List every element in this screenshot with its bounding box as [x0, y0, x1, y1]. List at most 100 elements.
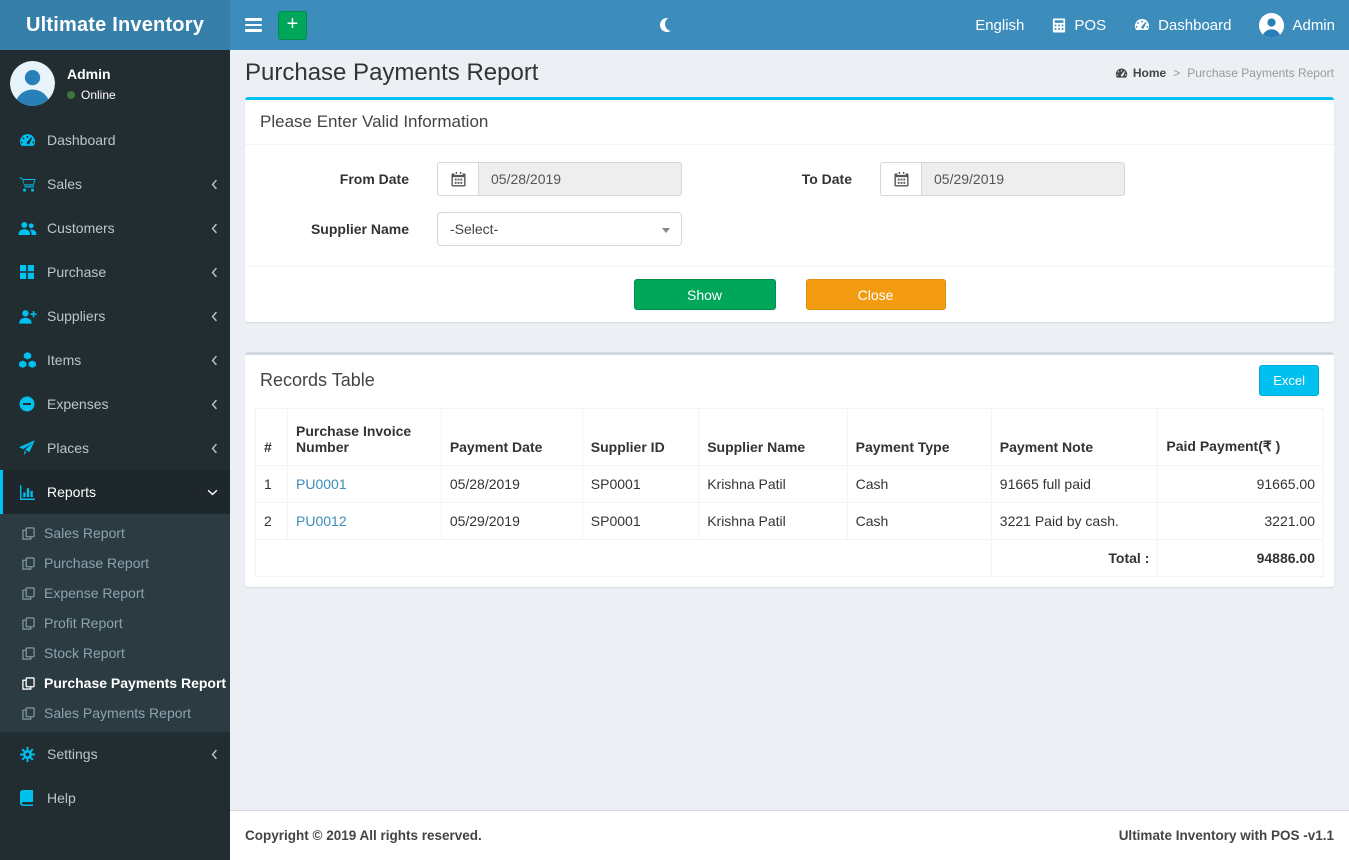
content-header: Purchase Payments Report Home > Purchase…: [230, 50, 1349, 97]
sidebar-item-purchase-report[interactable]: Purchase Report: [0, 548, 230, 578]
records-panel: Records Table Excel # Purchase Invoice N…: [245, 352, 1334, 587]
pos-link[interactable]: POS: [1038, 0, 1120, 50]
copyright-text: Copyright © 2019 All rights reserved.: [245, 828, 482, 843]
user-plus-icon: [15, 309, 39, 324]
sidebar-user-status: Online: [67, 88, 116, 102]
app-brand: Ultimate Inventory: [0, 0, 230, 50]
total-value: 94886.00: [1157, 539, 1324, 577]
gears-icon: [15, 746, 39, 763]
from-date-group: [437, 162, 682, 196]
sidebar-item-reports[interactable]: Reports: [0, 470, 230, 514]
breadcrumb: Home > Purchase Payments Report: [1115, 66, 1334, 80]
copy-icon: [22, 616, 35, 630]
invoice-link[interactable]: PU0001: [296, 476, 347, 492]
book-icon: [15, 790, 39, 806]
sidebar-item-customers[interactable]: Customers: [0, 206, 230, 250]
from-date-label: From Date: [339, 171, 409, 187]
page-title: Purchase Payments Report: [245, 59, 539, 86]
sidebar-item-sales-report[interactable]: Sales Report: [0, 518, 230, 548]
records-panel-title: Records Table: [260, 370, 375, 390]
chevron-left-icon: [211, 443, 218, 454]
calendar-icon: [880, 162, 921, 196]
calendar-icon: [437, 162, 478, 196]
filter-panel: Please Enter Valid Information From Date…: [245, 97, 1334, 322]
hamburger-icon: [244, 18, 262, 21]
sidebar-item-suppliers[interactable]: Suppliers: [0, 294, 230, 338]
reports-submenu: Sales Report Purchase Report Expense Rep…: [0, 514, 230, 732]
sidebar-user-panel: Admin Online: [0, 50, 230, 117]
table-header-row: # Purchase Invoice Number Payment Date S…: [254, 408, 1324, 466]
navbar-main: + English POS Dashboard Admin: [230, 0, 1349, 50]
sidebar-item-dashboard[interactable]: Dashboard: [0, 118, 230, 162]
breadcrumb-separator: >: [1173, 66, 1181, 80]
sidebar-item-expenses[interactable]: Expenses: [0, 382, 230, 426]
supplier-select[interactable]: -Select-: [437, 212, 682, 246]
sidebar-toggle-button[interactable]: [230, 0, 276, 50]
col-header-payment-date: Payment Date: [440, 408, 583, 466]
sidebar-item-profit-report[interactable]: Profit Report: [0, 608, 230, 638]
from-date-input[interactable]: [478, 162, 682, 196]
copy-icon: [22, 526, 35, 540]
online-dot-icon: [67, 91, 75, 99]
col-header-payment-note: Payment Note: [990, 408, 1159, 466]
chevron-left-icon: [211, 223, 218, 234]
sidebar-item-sales[interactable]: Sales: [0, 162, 230, 206]
paper-plane-icon: [15, 440, 39, 456]
chevron-left-icon: [211, 267, 218, 278]
breadcrumb-home-link[interactable]: Home: [1115, 66, 1166, 80]
supplier-name-label: Supplier Name: [310, 221, 409, 237]
to-date-label: To Date: [801, 171, 852, 187]
quick-add-button[interactable]: +: [278, 10, 307, 40]
sidebar-item-help[interactable]: Help: [0, 776, 230, 820]
chevron-down-icon: [207, 489, 218, 496]
invoice-link[interactable]: PU0012: [296, 513, 347, 529]
show-button[interactable]: Show: [633, 279, 776, 310]
to-date-group: [880, 162, 1125, 196]
sidebar-item-items[interactable]: Items: [0, 338, 230, 382]
total-label: Total :: [990, 539, 1159, 577]
sidebar-item-sales-payments-report[interactable]: Sales Payments Report: [0, 698, 230, 728]
bar-chart-icon: [15, 484, 39, 501]
sidebar-avatar: [10, 61, 55, 106]
col-header-supplier-name: Supplier Name: [698, 408, 848, 466]
pos-label: POS: [1074, 16, 1107, 34]
user-menu[interactable]: Admin: [1245, 0, 1349, 50]
navbar-right: English POS Dashboard Admin: [961, 0, 1349, 50]
filter-panel-header: Please Enter Valid Information: [245, 100, 1334, 145]
tachometer-icon: [15, 132, 39, 149]
sidebar-item-purchase[interactable]: Purchase: [0, 250, 230, 294]
users-icon: [15, 221, 39, 236]
close-button[interactable]: Close: [805, 279, 946, 310]
minus-circle-icon: [15, 396, 39, 412]
caret-down-icon: [662, 228, 670, 233]
language-menu[interactable]: English: [961, 0, 1038, 50]
chevron-left-icon: [211, 311, 218, 322]
sidebar-item-expense-report[interactable]: Expense Report: [0, 578, 230, 608]
page-footer: Copyright © 2019 All rights reserved. Ul…: [230, 810, 1349, 860]
excel-export-button[interactable]: Excel: [1259, 365, 1319, 396]
tachometer-icon: [1134, 17, 1150, 33]
filter-panel-title: Please Enter Valid Information: [260, 112, 489, 131]
dashboard-link[interactable]: Dashboard: [1120, 0, 1245, 50]
sidebar-item-stock-report[interactable]: Stock Report: [0, 638, 230, 668]
sidebar-item-places[interactable]: Places: [0, 426, 230, 470]
col-header-payment-type: Payment Type: [846, 408, 992, 466]
tachometer-icon: [1115, 67, 1128, 80]
col-header-invoice: Purchase Invoice Number: [287, 408, 442, 466]
dashboard-label: Dashboard: [1158, 16, 1232, 34]
table-row: 1 PU0001 05/28/2019 SP0001 Krishna Patil…: [254, 465, 1324, 503]
calculator-icon: [1052, 18, 1066, 33]
copy-icon: [22, 586, 35, 600]
sidebar-item-settings[interactable]: Settings: [0, 732, 230, 776]
records-table-wrap: # Purchase Invoice Number Payment Date S…: [245, 406, 1334, 587]
to-date-input[interactable]: [921, 162, 1125, 196]
table-row: 2 PU0012 05/29/2019 SP0001 Krishna Patil…: [254, 502, 1324, 540]
col-header-supplier-id: Supplier ID: [581, 408, 700, 466]
table-total-row: Total : 94886.00: [255, 539, 1324, 577]
chevron-left-icon: [211, 399, 218, 410]
sidebar-item-purchase-payments-report[interactable]: Purchase Payments Report: [0, 668, 230, 698]
user-label: Admin: [1292, 16, 1335, 34]
language-label: English: [975, 16, 1025, 34]
version-text: Ultimate Inventory with POS -v1.1: [1118, 828, 1334, 843]
user-avatar: [1259, 12, 1285, 38]
